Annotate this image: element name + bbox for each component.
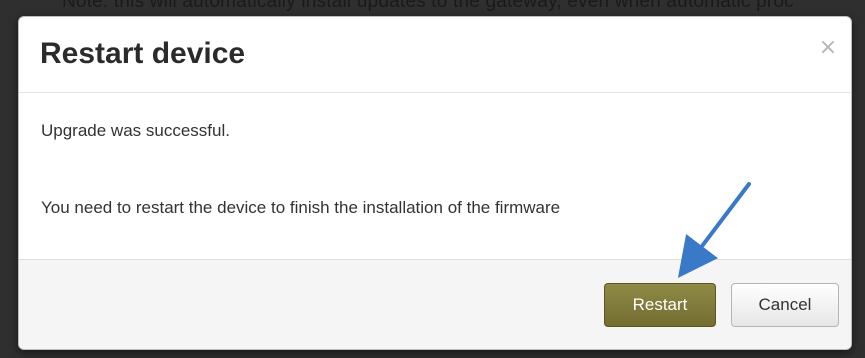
dialog-header: Restart device ×: [19, 17, 851, 93]
dialog-title: Restart device: [40, 37, 246, 70]
close-button[interactable]: ×: [817, 37, 839, 59]
background-note-text: Note: this will automatically install up…: [62, 0, 794, 12]
cancel-button[interactable]: Cancel: [731, 283, 839, 327]
restart-button[interactable]: Restart: [604, 283, 716, 327]
restart-instruction-message: You need to restart the device to finish…: [41, 198, 561, 217]
dialog-body: Upgrade was successful. You need to rest…: [19, 93, 851, 259]
close-icon: ×: [818, 35, 838, 60]
restart-device-dialog: Restart device × Upgrade was successful.…: [18, 16, 852, 350]
dialog-footer: Restart Cancel: [19, 259, 851, 349]
upgrade-success-message: Upgrade was successful.: [41, 121, 230, 140]
